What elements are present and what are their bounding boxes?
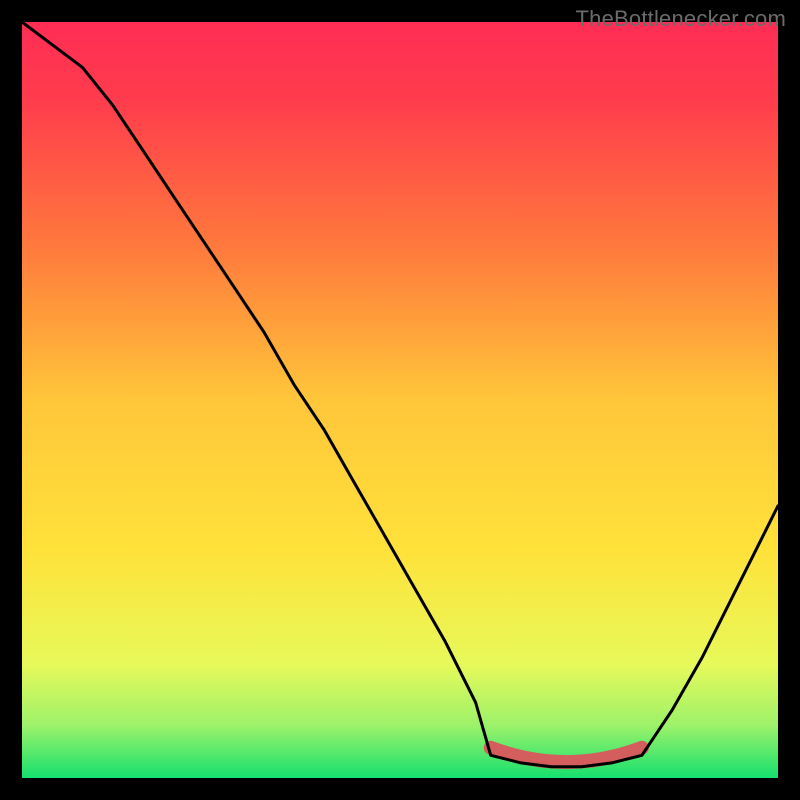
chart-container: [0, 0, 800, 800]
chart-background: [22, 22, 778, 778]
watermark-label: TheBottlenecker.com: [576, 6, 786, 32]
bottleneck-chart: [0, 0, 800, 800]
